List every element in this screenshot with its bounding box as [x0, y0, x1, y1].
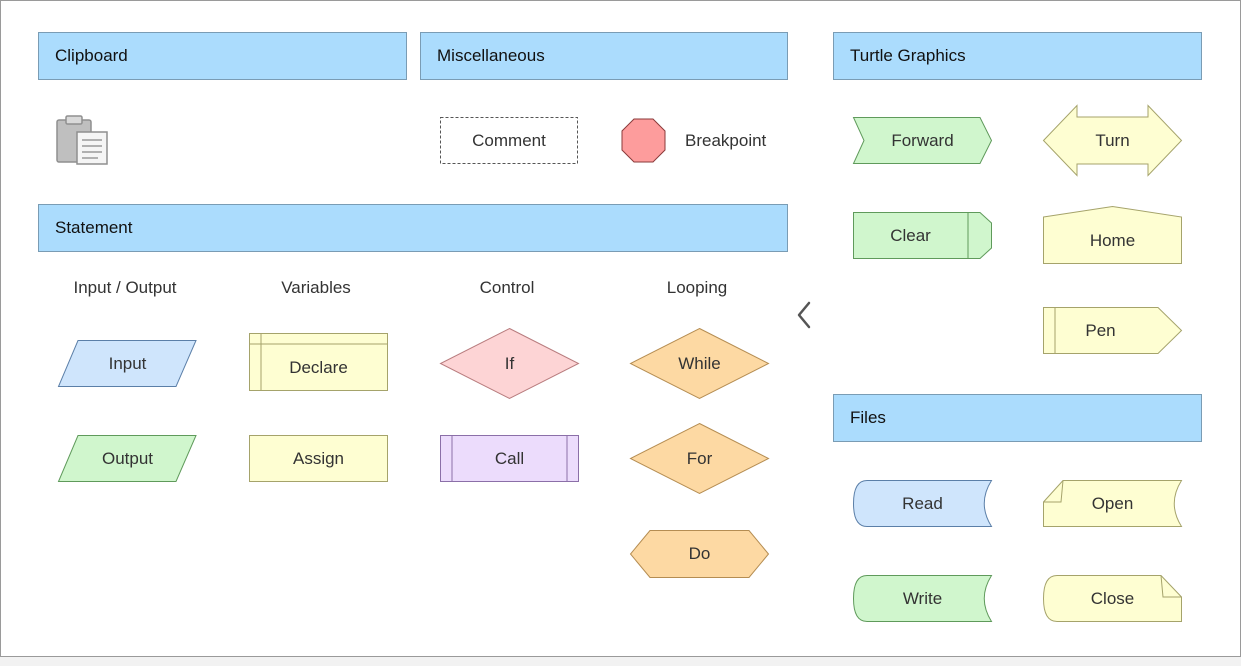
open-shape[interactable]: Open: [1043, 480, 1183, 527]
section-header-turtle-graphics: Turtle Graphics: [833, 32, 1202, 80]
output-shape[interactable]: Output: [57, 435, 197, 482]
input-shape[interactable]: Input: [57, 340, 197, 387]
section-header-miscellaneous: Miscellaneous: [420, 32, 788, 80]
forward-shape[interactable]: Forward: [852, 117, 993, 164]
call-shape[interactable]: Call: [440, 435, 579, 482]
declare-shape[interactable]: Declare: [249, 333, 388, 391]
home-shape[interactable]: Home: [1043, 205, 1182, 264]
if-shape[interactable]: If: [439, 327, 580, 400]
breakpoint-label: Breakpoint: [685, 131, 767, 150]
close-shape[interactable]: Close: [1042, 575, 1182, 622]
comment-shape[interactable]: Comment: [440, 117, 578, 164]
chevron-left-icon[interactable]: [795, 300, 815, 330]
pen-shape[interactable]: Pen: [1043, 307, 1183, 354]
write-shape[interactable]: Write: [852, 575, 993, 622]
column-heading-looping: Looping: [666, 278, 728, 297]
for-shape[interactable]: For: [629, 422, 770, 495]
bottom-strip: [0, 657, 1241, 666]
turn-shape[interactable]: Turn: [1042, 104, 1183, 177]
section-header-clipboard: Clipboard: [38, 32, 407, 80]
column-heading-variables: Variables: [281, 278, 351, 297]
column-heading-control: Control: [479, 278, 535, 297]
clear-shape[interactable]: Clear: [853, 212, 992, 259]
section-header-files: Files: [833, 394, 1202, 442]
clipboard-icon[interactable]: [55, 114, 110, 166]
do-shape[interactable]: Do: [629, 530, 770, 578]
breakpoint-icon[interactable]: [621, 118, 666, 163]
column-heading-input-output: Input / Output: [73, 278, 177, 297]
assign-shape[interactable]: Assign: [249, 435, 388, 482]
section-header-statement: Statement: [38, 204, 788, 252]
while-shape[interactable]: While: [629, 327, 770, 400]
read-shape[interactable]: Read: [852, 480, 993, 527]
